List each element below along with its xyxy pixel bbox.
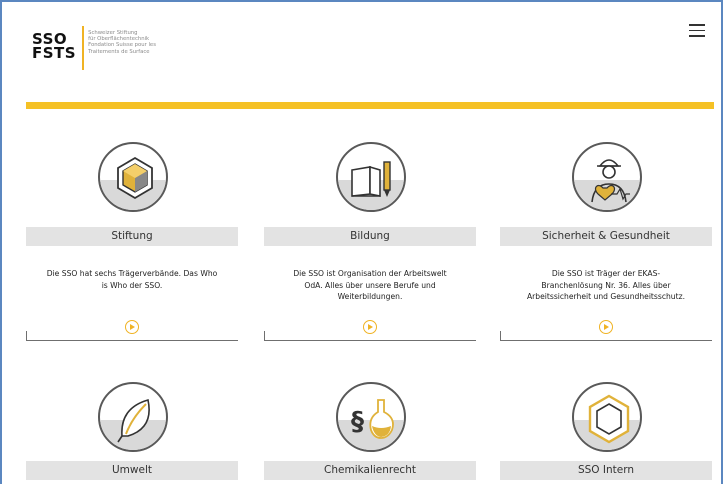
logo-mark: SSO FSTS: [32, 32, 77, 62]
card-description: Die SSO hat sechs Trägerverbände. Das Wh…: [26, 268, 238, 291]
card-baseline: [500, 340, 712, 341]
accent-divider: [26, 102, 714, 109]
play-icon[interactable]: [125, 320, 139, 334]
card-description: Die SSO ist Träger der EKAS- Branchenlös…: [500, 268, 712, 303]
play-icon[interactable]: [363, 320, 377, 334]
hexagon-icon[interactable]: [572, 382, 642, 452]
description-line: Weiterbildungen.: [337, 292, 403, 301]
paragraph-flask-icon[interactable]: §: [336, 382, 406, 452]
description-line: Die SSO ist Organisation der Arbeitswelt: [293, 269, 447, 278]
logo-mark-line2: FSTS: [32, 44, 77, 62]
card-description: Die SSO ist Organisation der Arbeitswelt…: [264, 268, 476, 303]
site-header: SSO FSTS Schweizer Stiftung für Oberfläc…: [24, 22, 714, 82]
description-line: Arbeitssicherheit und Gesundheitsschutz.: [526, 292, 686, 301]
logo-tagline-line: Fondation Suisse pour les: [88, 42, 156, 49]
card-title-chemikalienrecht[interactable]: Chemikalienrecht: [264, 461, 476, 480]
sso-logo[interactable]: SSO FSTS Schweizer Stiftung für Oberfläc…: [32, 26, 156, 76]
card-title-umwelt[interactable]: Umwelt: [26, 461, 238, 480]
description-line: is Who der SSO.: [101, 280, 163, 290]
browser-frame: SSO FSTS Schweizer Stiftung für Oberfläc…: [0, 0, 723, 484]
card-title-bildung[interactable]: Bildung: [264, 227, 476, 246]
card-baseline: [264, 340, 476, 341]
description-line: Branchenlösung Nr. 36. Alles über: [541, 280, 671, 290]
logo-tagline-line: Traitements de Surface: [88, 48, 150, 55]
description-line: Die SSO hat sechs Trägerverbände. Das Wh…: [46, 269, 218, 278]
svg-text:§: §: [351, 407, 364, 437]
description-line: OdA. Alles über unsere Berufe und: [304, 280, 436, 290]
card-title-stiftung[interactable]: Stiftung: [26, 227, 238, 246]
cube-icon[interactable]: [98, 142, 168, 212]
card-title-sso-intern[interactable]: SSO Intern: [500, 461, 712, 480]
card-title-sicherheit[interactable]: Sicherheit & Gesundheit: [500, 227, 712, 246]
worker-heart-icon[interactable]: [572, 142, 642, 212]
card-baseline: [26, 340, 238, 341]
play-icon[interactable]: [599, 320, 613, 334]
description-line: Die SSO ist Träger der EKAS-: [551, 269, 661, 278]
logo-tagline: Schweizer Stiftung für Oberflächentechni…: [88, 30, 156, 55]
logo-divider: [82, 26, 85, 70]
leaf-icon[interactable]: [98, 382, 168, 452]
book-pen-icon[interactable]: [336, 142, 406, 212]
hamburger-menu-icon[interactable]: [689, 24, 705, 38]
